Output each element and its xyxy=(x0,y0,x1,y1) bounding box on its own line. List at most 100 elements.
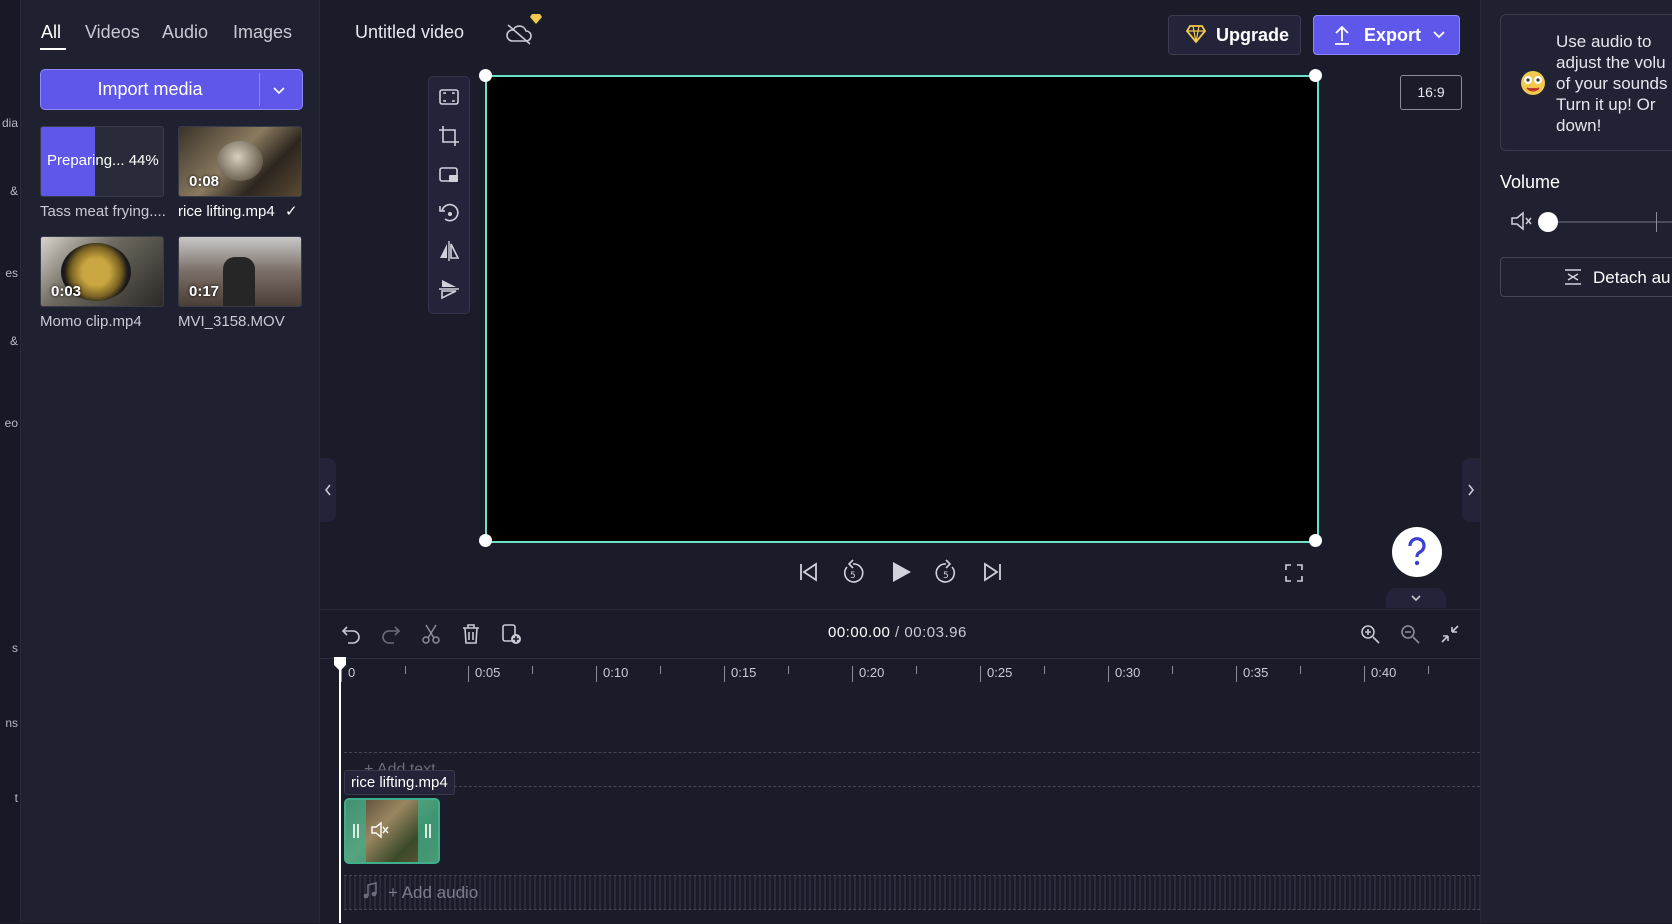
playhead[interactable] xyxy=(339,657,341,923)
delete-trash-icon[interactable] xyxy=(460,623,482,645)
volume-slider-track[interactable] xyxy=(1550,221,1672,223)
upgrade-label: Upgrade xyxy=(1216,25,1290,45)
resize-handle[interactable] xyxy=(1309,69,1322,82)
volume-label: Volume xyxy=(1500,172,1561,192)
detach-audio-button[interactable]: Detach au xyxy=(1500,257,1672,297)
duration-badge: 0:08 xyxy=(189,173,220,190)
forward-5-seconds-icon[interactable]: 5 xyxy=(934,559,958,585)
preview-toolbar xyxy=(428,76,470,314)
play-icon[interactable] xyxy=(889,560,913,584)
media-item-name: Tass meat frying.... xyxy=(40,203,166,220)
trim-handle-right[interactable] xyxy=(418,800,438,862)
tip-text: Use audio to adjust the volu of your sou… xyxy=(1556,32,1668,135)
emoji-icon xyxy=(1518,68,1548,98)
import-media-label: Import media xyxy=(97,79,203,99)
project-title[interactable]: Untitled video xyxy=(355,22,464,43)
duration-badge: 0:03 xyxy=(51,283,82,300)
rail-label[interactable]: t xyxy=(0,791,18,805)
chevron-down-icon xyxy=(1433,31,1445,39)
video-clip[interactable] xyxy=(344,798,440,864)
resize-handle[interactable] xyxy=(479,534,492,547)
resize-handle[interactable] xyxy=(479,69,492,82)
media-thumbnail[interactable]: Preparing... 44% xyxy=(40,126,164,197)
rail-label[interactable]: ns xyxy=(0,716,18,730)
export-label: Export xyxy=(1364,25,1422,45)
ruler-divider xyxy=(320,658,1480,659)
rail-label[interactable]: eo xyxy=(0,416,18,430)
ruler-label: 0:15 xyxy=(731,665,757,680)
ruler-label: 0:25 xyxy=(987,665,1013,680)
rotate-icon[interactable] xyxy=(437,201,461,225)
import-media-button[interactable]: Import media xyxy=(40,69,303,110)
collapse-right-panel-handle[interactable] xyxy=(1462,458,1480,522)
collapse-preview-handle[interactable] xyxy=(1386,588,1446,608)
detach-label: Detach au xyxy=(1593,268,1671,287)
picture-in-picture-icon[interactable] xyxy=(437,163,461,187)
tab-images[interactable]: Images xyxy=(233,22,292,43)
rail-label[interactable]: dia xyxy=(0,116,18,130)
tab-videos[interactable]: Videos xyxy=(85,22,140,43)
fullscreen-icon[interactable] xyxy=(1284,563,1304,583)
media-panel: All Videos Audio Images Import media Pre… xyxy=(21,0,320,923)
skip-to-start-icon[interactable] xyxy=(797,560,819,584)
help-button[interactable] xyxy=(1392,527,1442,577)
fit-timeline-icon[interactable] xyxy=(1439,623,1461,645)
export-button[interactable]: Export xyxy=(1313,15,1460,55)
undo-icon[interactable] xyxy=(340,623,362,645)
add-audio-label[interactable]: + Add audio xyxy=(388,883,478,903)
trim-handle-left[interactable] xyxy=(346,800,366,862)
audio-track[interactable]: + Add audio xyxy=(344,875,1480,910)
skip-to-end-icon[interactable] xyxy=(982,560,1004,584)
add-to-timeline-icon[interactable] xyxy=(500,623,522,645)
tab-all[interactable]: All xyxy=(41,22,61,43)
preparing-status: Preparing... 44% xyxy=(47,152,159,169)
chevron-down-icon[interactable] xyxy=(271,82,287,98)
volume-slider-thumb[interactable] xyxy=(1538,212,1558,232)
music-note-icon xyxy=(362,882,378,900)
media-thumbnail[interactable]: 0:17 xyxy=(178,236,302,307)
upgrade-button[interactable]: Upgrade xyxy=(1168,15,1301,55)
rail-label[interactable]: & xyxy=(0,184,18,198)
zoom-out-icon[interactable] xyxy=(1399,623,1421,645)
ruler-label: 0:10 xyxy=(603,665,629,680)
flip-vertical-icon[interactable] xyxy=(437,277,461,301)
text-track[interactable]: + Add text xyxy=(344,752,1480,787)
ruler-label: 0:40 xyxy=(1371,665,1397,680)
redo-icon[interactable] xyxy=(380,623,402,645)
media-thumbnail[interactable]: 0:03 xyxy=(40,236,164,307)
resize-handle[interactable] xyxy=(1309,534,1322,547)
gem-icon xyxy=(1186,25,1206,43)
ruler-label: 0:20 xyxy=(859,665,885,680)
media-thumbnail[interactable]: 0:08 xyxy=(178,126,302,197)
tab-audio[interactable]: Audio xyxy=(162,22,208,43)
playhead-marker[interactable] xyxy=(333,657,347,671)
duration-badge: 0:17 xyxy=(189,283,220,300)
media-item-name: Momo clip.mp4 xyxy=(40,313,142,330)
cloud-off-icon[interactable] xyxy=(505,22,535,46)
rail-label[interactable]: & xyxy=(0,334,18,348)
clip-tooltip: rice lifting.mp4 xyxy=(344,770,455,795)
rail-label[interactable]: s xyxy=(0,641,18,655)
collapse-left-panel-handle[interactable] xyxy=(320,458,336,522)
ruler-label: 0 xyxy=(348,665,356,680)
timecode: 00:00.00 / 00:03.96 xyxy=(828,624,967,641)
current-time: 00:00.00 xyxy=(828,624,891,641)
flip-horizontal-icon[interactable] xyxy=(437,239,461,263)
ruler-label: 0:35 xyxy=(1243,665,1269,680)
volume-muted-icon[interactable] xyxy=(1510,210,1534,232)
svg-text:5: 5 xyxy=(850,571,856,581)
slider-tick xyxy=(1656,212,1657,232)
rewind-5-seconds-icon[interactable]: 5 xyxy=(841,559,865,585)
muted-speaker-icon xyxy=(370,821,390,839)
aspect-ratio-button[interactable]: 16:9 xyxy=(1400,75,1462,110)
export-upload-icon xyxy=(1335,25,1349,45)
fit-screen-icon[interactable] xyxy=(437,85,461,109)
split-scissors-icon[interactable] xyxy=(420,623,442,645)
premium-gem-icon xyxy=(530,13,542,24)
crop-icon[interactable] xyxy=(437,124,461,148)
rail-label[interactable]: es xyxy=(0,266,18,280)
video-preview-canvas[interactable] xyxy=(485,75,1319,543)
active-tab-indicator xyxy=(40,48,66,50)
media-item-name: MVI_3158.MOV xyxy=(178,313,285,330)
zoom-in-icon[interactable] xyxy=(1359,623,1381,645)
